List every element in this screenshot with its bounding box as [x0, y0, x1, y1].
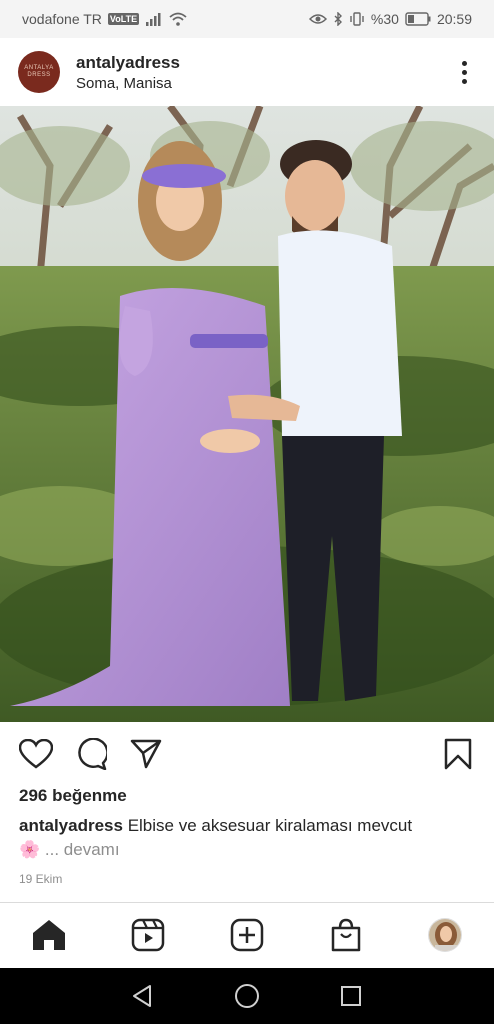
caption-emoji: 🌸 [19, 840, 41, 859]
create-icon[interactable] [229, 917, 265, 953]
battery-percent: %30 [370, 11, 399, 27]
more-options-icon[interactable] [452, 57, 476, 87]
carrier-label: vodafone TR [22, 11, 102, 27]
caption-text: Elbise ve aksesuar kiralaması mevcut [127, 816, 413, 835]
home-circle-icon[interactable] [233, 982, 261, 1010]
post-username[interactable]: antalyadress [76, 53, 452, 73]
post-header: ANTALYA DRESS antalyadress Soma, Manisa [0, 38, 494, 106]
avatar-logo-text: ANTALYA DRESS [24, 65, 54, 78]
reels-icon[interactable] [130, 917, 166, 953]
caption-username[interactable]: antalyadress [19, 816, 123, 835]
post-actions [0, 730, 494, 776]
likes-count[interactable]: 296 beğenme [19, 786, 127, 806]
post-photo[interactable] [0, 106, 494, 722]
volte-badge: VoLTE [107, 13, 140, 25]
comment-icon[interactable] [73, 736, 109, 772]
post-location[interactable]: Soma, Manisa [76, 75, 452, 92]
profile-avatar[interactable] [427, 917, 463, 953]
share-icon[interactable] [128, 736, 164, 772]
more-link[interactable]: ... devamı [45, 840, 120, 859]
home-icon[interactable] [31, 917, 67, 953]
post-caption: antalyadress Elbise ve aksesuar kiralama… [19, 814, 479, 862]
recents-icon[interactable] [337, 982, 365, 1010]
system-nav-bar [0, 968, 494, 1024]
vibrate-icon [349, 12, 365, 26]
back-icon[interactable] [128, 982, 156, 1010]
bluetooth-icon [333, 12, 343, 26]
account-avatar[interactable]: ANTALYA DRESS [18, 51, 60, 93]
bottom-tab-bar [0, 902, 494, 968]
signal-icon [145, 12, 163, 26]
bookmark-icon[interactable] [440, 736, 476, 772]
status-bar: vodafone TR VoLTE %30 20:59 [0, 0, 494, 38]
heart-icon[interactable] [18, 736, 54, 772]
wifi-icon [169, 12, 187, 26]
shop-icon[interactable] [328, 917, 364, 953]
battery-icon [405, 12, 431, 26]
clock: 20:59 [436, 11, 472, 27]
eye-icon [308, 13, 327, 25]
post-date: 19 Ekim [19, 872, 63, 886]
